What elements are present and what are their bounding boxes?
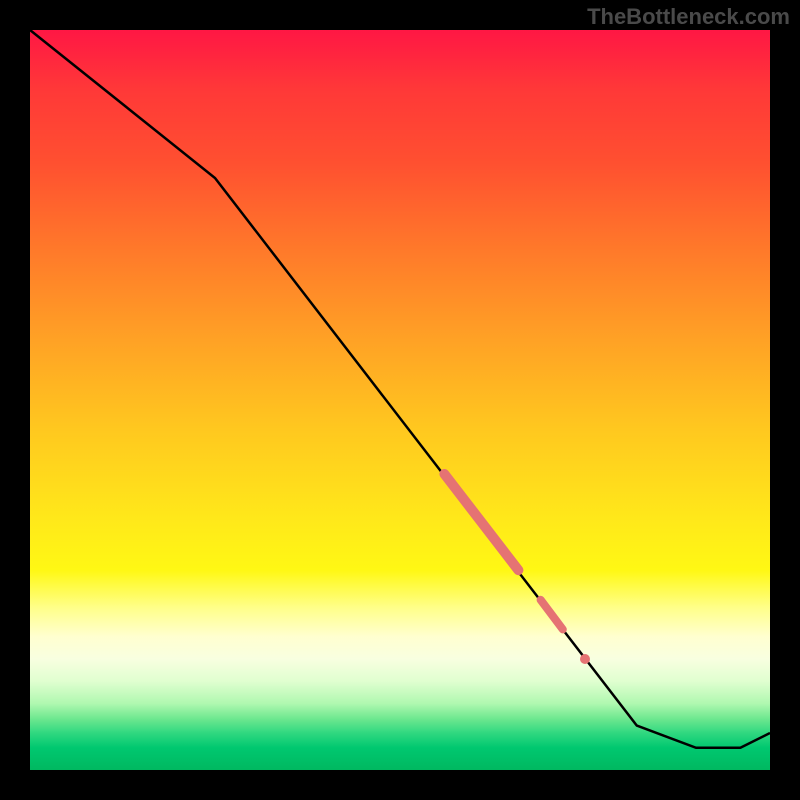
chart-plot-area [30,30,770,770]
watermark-text: TheBottleneck.com [587,4,790,30]
